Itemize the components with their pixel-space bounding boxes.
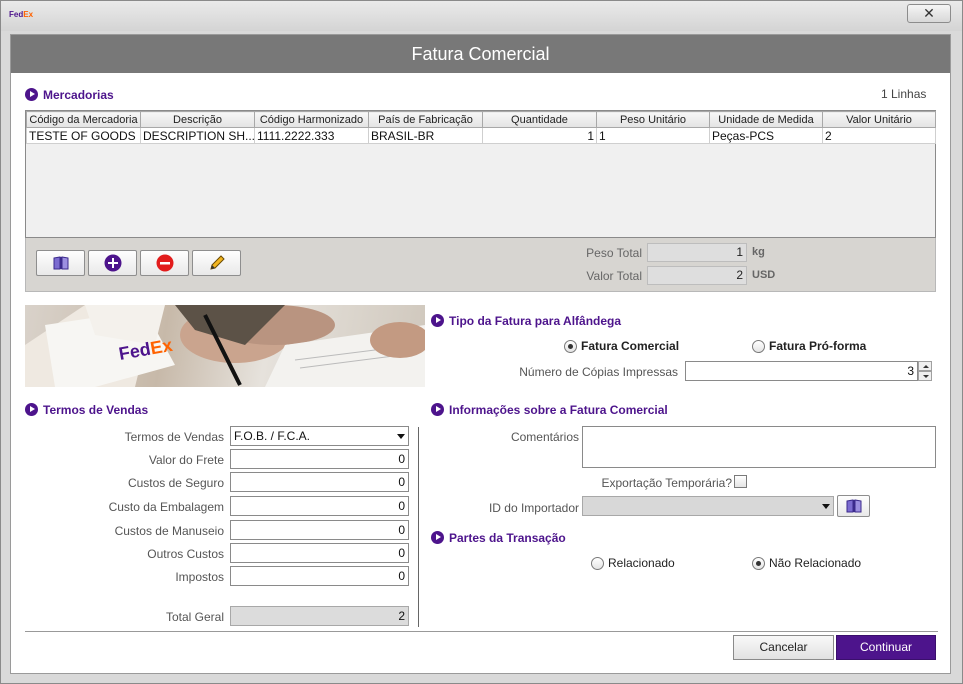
comments-textarea[interactable] [582, 426, 936, 468]
packaging-input[interactable]: 0 [230, 496, 409, 516]
section-bullet-icon [431, 403, 444, 416]
section-bullet-icon [25, 403, 38, 416]
cancel-button[interactable]: Cancelar [733, 635, 834, 660]
terms-select[interactable]: F.O.B. / F.C.A. [230, 426, 409, 446]
section-bullet-icon [431, 314, 444, 327]
fedex-app-icon: FedEx [9, 10, 34, 19]
taxes-input[interactable]: 0 [230, 566, 409, 586]
total-value-field: 2 [647, 266, 747, 285]
edit-item-button[interactable] [192, 250, 241, 276]
remove-item-button[interactable] [140, 250, 189, 276]
dialog-title: Fatura Comercial [11, 35, 950, 73]
section-bullet-icon [25, 88, 38, 101]
radio-unselected-icon [752, 339, 765, 353]
radio-unselected-icon [591, 556, 604, 570]
grand-total-field: 2 [230, 606, 409, 626]
radio-commercial-invoice[interactable]: Fatura Comercial [564, 339, 679, 353]
chevron-down-icon [397, 434, 405, 439]
table-row[interactable]: TESTE OF GOODS DESCRIPTION SH... 1111.22… [26, 127, 936, 144]
invoice-type-section-title: Tipo da Fatura para Alfândega [431, 314, 621, 328]
terms-section-title: Termos de Vendas [25, 403, 148, 417]
cell-harmonized-code[interactable]: 1111.2222.333 [254, 127, 369, 144]
add-item-button[interactable] [88, 250, 137, 276]
importer-id-select[interactable] [582, 496, 834, 516]
comments-label: Comentários [510, 430, 579, 444]
cell-country[interactable]: BRASIL-BR [368, 127, 483, 144]
insurance-input[interactable]: 0 [230, 472, 409, 492]
radio-unrelated[interactable]: Não Relacionado [752, 556, 861, 570]
cell-item-code[interactable]: TESTE OF GOODS [26, 127, 141, 144]
grand-total-label: Total Geral [165, 610, 224, 624]
goods-section-title: Mercadorias [25, 88, 114, 102]
stepper-up-icon[interactable] [918, 361, 932, 371]
column-header[interactable]: Unidade de Medida [709, 111, 823, 128]
footer-divider [25, 631, 938, 632]
book-icon [846, 499, 861, 513]
radio-selected-icon [752, 556, 765, 570]
section-bullet-icon [431, 531, 444, 544]
pencil-icon [209, 255, 225, 270]
continue-button[interactable]: Continuar [836, 635, 936, 660]
column-header[interactable]: Descrição [140, 111, 255, 128]
column-header[interactable]: Código da Mercadoria [26, 111, 141, 128]
column-divider [418, 427, 419, 627]
other-costs-label: Outros Custos [147, 547, 224, 561]
importer-id-label: ID do Importador [488, 501, 579, 515]
column-header[interactable]: Valor Unitário [822, 111, 936, 128]
packaging-label: Custo da Embalagem [108, 500, 224, 514]
taxes-label: Impostos [175, 570, 224, 584]
total-weight-field: 1 [647, 243, 747, 262]
radio-selected-icon [564, 339, 577, 353]
copies-label: Número de Cópias Impressas [519, 365, 678, 379]
handling-input[interactable]: 0 [230, 520, 409, 540]
importer-lookup-button[interactable] [837, 495, 870, 517]
app-window: FedEx ✕ Fatura Comercial Mercadorias 1 L… [0, 0, 963, 684]
temporary-export-label: Exportação Temporária? [601, 476, 732, 490]
temporary-export-checkbox[interactable] [734, 475, 747, 488]
parties-section-title: Partes da Transação [431, 531, 566, 545]
plus-icon [104, 254, 121, 272]
stepper-down-icon[interactable] [918, 371, 932, 381]
cell-description[interactable]: DESCRIPTION SH... [140, 127, 255, 144]
total-weight-unit: kg [752, 246, 765, 258]
freight-label: Valor do Frete [148, 453, 224, 467]
total-weight-label: Peso Total [586, 246, 642, 260]
banner-photo: FedEx [25, 305, 425, 387]
column-header[interactable]: País de Fabricação [368, 111, 483, 128]
cell-quantity[interactable]: 1 [482, 127, 597, 144]
window-titlebar: FedEx ✕ [1, 1, 962, 31]
radio-proforma-invoice[interactable]: Fatura Pró-forma [752, 339, 866, 353]
cell-unit-weight[interactable]: 1 [596, 127, 710, 144]
terms-label: Termos de Vendas [124, 430, 224, 444]
copies-input[interactable]: 3 [685, 361, 918, 381]
column-header[interactable]: Quantidade [482, 111, 597, 128]
chevron-down-icon [822, 504, 830, 509]
freight-input[interactable]: 0 [230, 449, 409, 469]
book-icon [53, 256, 68, 270]
insurance-label: Custos de Seguro [127, 476, 224, 490]
handling-label: Custos de Manuseio [114, 524, 224, 538]
cell-unit-value[interactable]: 2 [822, 127, 936, 144]
goods-table: Código da Mercadoria Descrição Código Ha… [25, 110, 936, 238]
lines-count: 1 Linhas [881, 87, 927, 101]
minus-icon [156, 254, 173, 272]
commercial-invoice-dialog: Fatura Comercial Mercadorias 1 Linhas Có… [10, 34, 951, 674]
cell-unit-of-measure[interactable]: Peças-PCS [709, 127, 823, 144]
copies-stepper[interactable] [918, 361, 932, 381]
table-header-row: Código da Mercadoria Descrição Código Ha… [26, 111, 936, 128]
signing-document-illustration: FedEx [25, 305, 425, 387]
radio-related[interactable]: Relacionado [591, 556, 675, 570]
window-close-button[interactable]: ✕ [907, 4, 951, 23]
goods-list-button[interactable] [36, 250, 85, 276]
invoice-info-section-title: Informações sobre a Fatura Comercial [431, 403, 668, 417]
column-header[interactable]: Peso Unitário [596, 111, 710, 128]
other-costs-input[interactable]: 0 [230, 543, 409, 563]
total-value-unit: USD [752, 269, 776, 281]
goods-toolbar: Peso Total 1 kg Valor Total 2 USD [25, 238, 936, 292]
column-header[interactable]: Código Harmonizado [254, 111, 369, 128]
total-value-label: Valor Total [586, 269, 642, 283]
